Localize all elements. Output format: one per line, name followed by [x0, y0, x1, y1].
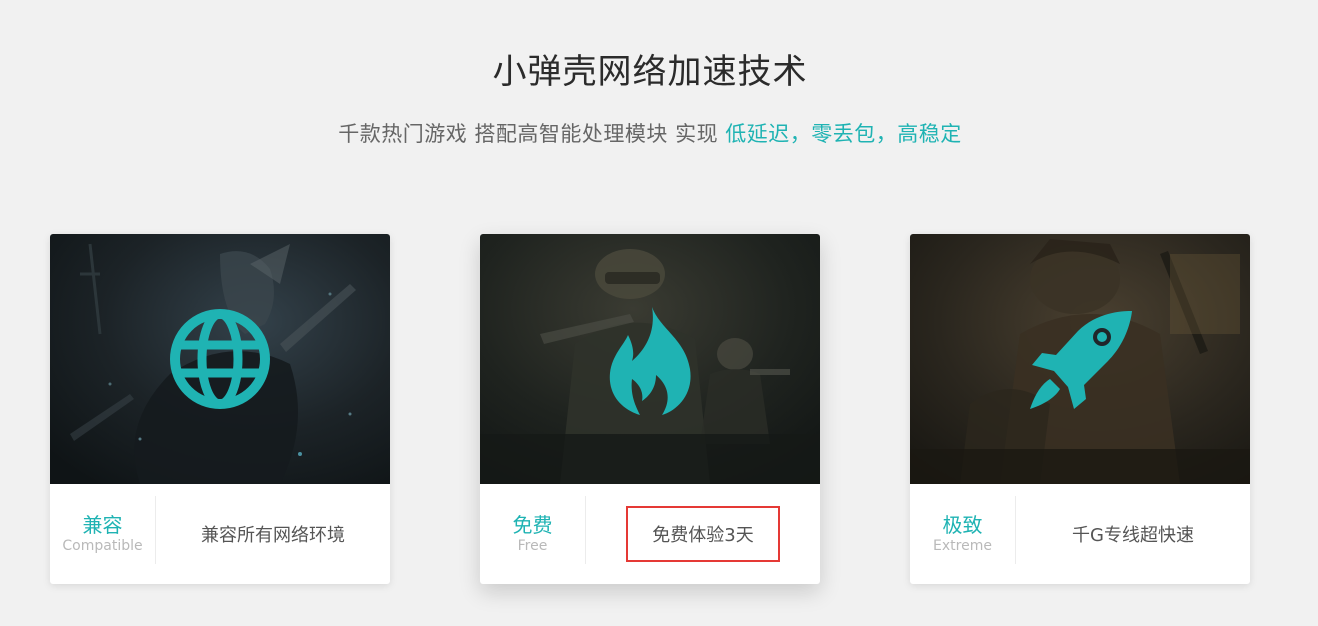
feature-card-extreme[interactable]: 极致 Extreme 千G专线超快速: [910, 234, 1250, 584]
card-artwork: [480, 234, 820, 484]
card-footer: 免费 Free 免费体验3天: [480, 484, 820, 584]
subtitle-highlight: 低延迟，零丢包，高稳定: [725, 122, 962, 146]
highlight-box: [626, 506, 780, 562]
card-tag-cn: 极致: [942, 513, 983, 537]
feature-card-free[interactable]: 免费 Free 免费体验3天: [480, 234, 820, 584]
card-tag-en: Free: [517, 538, 548, 554]
card-footer: 极致 Extreme 千G专线超快速: [910, 484, 1250, 584]
flame-icon: [609, 307, 691, 415]
card-tag-en: Compatible: [62, 538, 143, 554]
card-tag-cn: 兼容: [82, 513, 123, 537]
rocket-icon: [1030, 310, 1132, 409]
card-description: 兼容所有网络环境: [201, 525, 345, 546]
globe-icon: [170, 309, 270, 409]
subtitle-text: 千款热门游戏 搭配高智能处理模块 实现: [338, 122, 726, 146]
card-footer: 兼容 Compatible 兼容所有网络环境: [50, 484, 390, 584]
card-tag-cn: 免费: [512, 513, 553, 537]
card-description: 千G专线超快速: [1072, 525, 1194, 546]
card-tag-en: Extreme: [933, 538, 992, 554]
card-artwork: [50, 234, 390, 484]
feature-card-compatible[interactable]: 兼容 Compatible 兼容所有网络环境: [50, 234, 390, 584]
page-subtitle: 千款热门游戏 搭配高智能处理模块 实现 低延迟，零丢包，高稳定: [0, 118, 1300, 148]
page-title: 小弹壳网络加速技术: [492, 52, 808, 92]
card-artwork: [910, 234, 1250, 484]
